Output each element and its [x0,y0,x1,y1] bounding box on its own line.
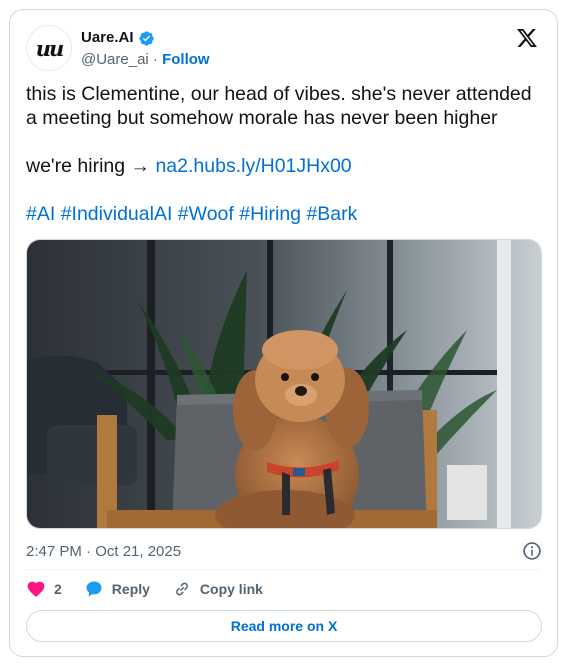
link-icon [176,582,188,596]
hiring-text: we're hiring → [26,155,151,177]
verified-badge-icon [138,30,154,46]
hashtag-bark[interactable]: #Bark [306,203,357,225]
follow-button[interactable]: Follow [162,51,210,68]
reply-label: Reply [111,581,150,597]
divider [26,569,541,570]
read-more-button[interactable]: Read more on X [26,610,542,642]
author-handle-row: @Uare_ai · Follow [81,50,210,70]
hiring-link[interactable]: na2.hubs.ly/H01JHx00 [155,155,351,177]
like-count: 2 [54,581,62,597]
hashtag-line: #AI #IndividualAI #Woof #Hiring #Bark [26,202,546,226]
post-meta: 2:47 PM · Oct 21, 2025 [26,540,542,562]
post-photo[interactable] [26,239,542,529]
author-handle[interactable]: @Uare_ai [81,51,149,68]
avatar[interactable]: uu [26,25,72,71]
hashtag-individualai[interactable]: #IndividualAI [61,203,173,225]
post-text: this is Clementine, our head of vibes. s… [26,82,546,226]
dog-on-chair-photo [27,240,541,528]
reply-button[interactable]: Reply [84,579,150,599]
info-icon[interactable] [522,541,542,561]
author-info: Uare.AI @Uare_ai · Follow [81,28,210,70]
hashtag-hiring[interactable]: #Hiring [239,203,301,225]
x-logo-icon[interactable] [515,26,539,50]
copy-link-label: Copy link [199,581,263,597]
reply-bubble-icon [86,581,102,597]
post-timestamp[interactable]: 2:47 PM · Oct 21, 2025 [26,543,181,560]
heart-icon [27,581,45,597]
handle-separator: · [152,51,158,68]
author-display-name[interactable]: Uare.AI [81,28,134,48]
avatar-logo-text: uu [35,35,65,61]
hashtag-ai[interactable]: #AI [26,203,55,225]
embedded-post-card: uu Uare.AI @Uare_ai · Follow this is Cle… [9,9,558,657]
post-text-line: this is Clementine, our head of vibes. s… [26,83,532,129]
hashtag-woof[interactable]: #Woof [178,203,234,225]
hiring-line: we're hiring → na2.hubs.ly/H01JHx00 [26,154,546,178]
author-name-row[interactable]: Uare.AI [81,28,210,48]
post-header: uu Uare.AI @Uare_ai · Follow [26,24,541,72]
like-button[interactable]: 2 [26,579,62,599]
copy-link-button[interactable]: Copy link [172,579,263,599]
action-bar: 2 Reply Copy link [26,578,285,600]
